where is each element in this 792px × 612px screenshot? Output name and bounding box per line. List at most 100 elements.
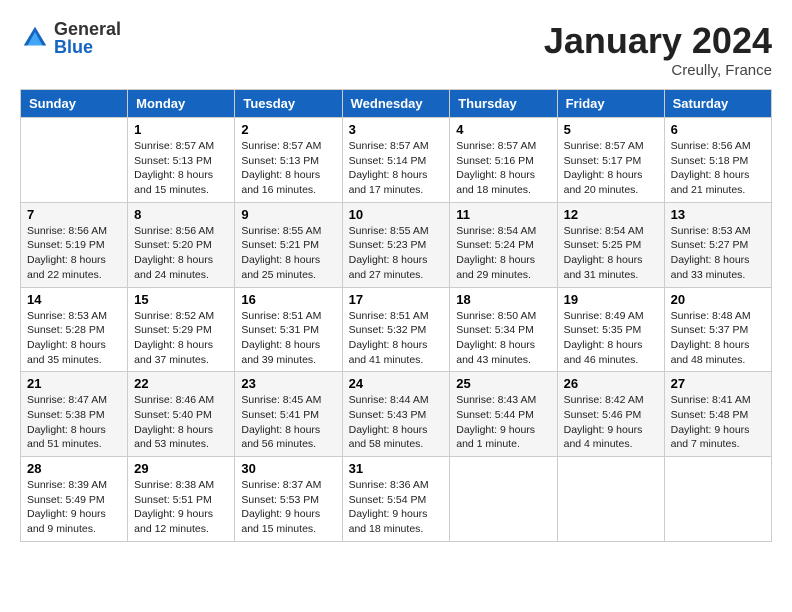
calendar-cell <box>450 457 557 542</box>
calendar-cell <box>557 457 664 542</box>
day-info: Sunrise: 8:57 AMSunset: 5:17 PMDaylight:… <box>564 140 644 196</box>
day-number: 11 <box>456 207 550 222</box>
day-info: Sunrise: 8:56 AMSunset: 5:18 PMDaylight:… <box>671 140 751 196</box>
day-info: Sunrise: 8:41 AMSunset: 5:48 PMDaylight:… <box>671 394 751 450</box>
week-row-2: 14 Sunrise: 8:53 AMSunset: 5:28 PMDaylig… <box>21 287 772 372</box>
day-info: Sunrise: 8:45 AMSunset: 5:41 PMDaylight:… <box>241 394 321 450</box>
day-number: 23 <box>241 376 335 391</box>
calendar-cell: 6 Sunrise: 8:56 AMSunset: 5:18 PMDayligh… <box>664 118 771 203</box>
day-info: Sunrise: 8:44 AMSunset: 5:43 PMDaylight:… <box>349 394 429 450</box>
day-info: Sunrise: 8:43 AMSunset: 5:44 PMDaylight:… <box>456 394 536 450</box>
calendar-cell: 20 Sunrise: 8:48 AMSunset: 5:37 PMDaylig… <box>664 287 771 372</box>
day-number: 22 <box>134 376 228 391</box>
day-info: Sunrise: 8:50 AMSunset: 5:34 PMDaylight:… <box>456 310 536 366</box>
day-info: Sunrise: 8:39 AMSunset: 5:49 PMDaylight:… <box>27 479 107 535</box>
day-info: Sunrise: 8:42 AMSunset: 5:46 PMDaylight:… <box>564 394 644 450</box>
calendar-cell: 11 Sunrise: 8:54 AMSunset: 5:24 PMDaylig… <box>450 202 557 287</box>
day-info: Sunrise: 8:56 AMSunset: 5:19 PMDaylight:… <box>27 225 107 281</box>
day-number: 8 <box>134 207 228 222</box>
day-info: Sunrise: 8:53 AMSunset: 5:27 PMDaylight:… <box>671 225 751 281</box>
header-friday: Friday <box>557 90 664 118</box>
day-info: Sunrise: 8:54 AMSunset: 5:25 PMDaylight:… <box>564 225 644 281</box>
day-info: Sunrise: 8:36 AMSunset: 5:54 PMDaylight:… <box>349 479 429 535</box>
day-info: Sunrise: 8:55 AMSunset: 5:21 PMDaylight:… <box>241 225 321 281</box>
day-info: Sunrise: 8:52 AMSunset: 5:29 PMDaylight:… <box>134 310 214 366</box>
day-info: Sunrise: 8:57 AMSunset: 5:14 PMDaylight:… <box>349 140 429 196</box>
day-number: 29 <box>134 461 228 476</box>
day-info: Sunrise: 8:57 AMSunset: 5:13 PMDaylight:… <box>241 140 321 196</box>
header: General Blue January 2024 Creully, Franc… <box>20 20 772 79</box>
week-row-0: 1 Sunrise: 8:57 AMSunset: 5:13 PMDayligh… <box>21 118 772 203</box>
day-info: Sunrise: 8:48 AMSunset: 5:37 PMDaylight:… <box>671 310 751 366</box>
day-number: 16 <box>241 292 335 307</box>
day-number: 21 <box>27 376 121 391</box>
day-info: Sunrise: 8:51 AMSunset: 5:31 PMDaylight:… <box>241 310 321 366</box>
day-number: 1 <box>134 122 228 137</box>
week-row-1: 7 Sunrise: 8:56 AMSunset: 5:19 PMDayligh… <box>21 202 772 287</box>
day-number: 14 <box>27 292 121 307</box>
day-number: 20 <box>671 292 765 307</box>
calendar-cell: 7 Sunrise: 8:56 AMSunset: 5:19 PMDayligh… <box>21 202 128 287</box>
day-info: Sunrise: 8:51 AMSunset: 5:32 PMDaylight:… <box>349 310 429 366</box>
calendar-cell <box>664 457 771 542</box>
day-number: 26 <box>564 376 658 391</box>
day-number: 19 <box>564 292 658 307</box>
calendar-cell: 21 Sunrise: 8:47 AMSunset: 5:38 PMDaylig… <box>21 372 128 457</box>
header-sunday: Sunday <box>21 90 128 118</box>
calendar-cell: 5 Sunrise: 8:57 AMSunset: 5:17 PMDayligh… <box>557 118 664 203</box>
day-number: 18 <box>456 292 550 307</box>
day-number: 27 <box>671 376 765 391</box>
calendar-cell: 13 Sunrise: 8:53 AMSunset: 5:27 PMDaylig… <box>664 202 771 287</box>
day-info: Sunrise: 8:57 AMSunset: 5:16 PMDaylight:… <box>456 140 536 196</box>
location: Creully, France <box>544 62 772 79</box>
day-number: 13 <box>671 207 765 222</box>
calendar-cell: 17 Sunrise: 8:51 AMSunset: 5:32 PMDaylig… <box>342 287 450 372</box>
day-number: 24 <box>349 376 444 391</box>
day-number: 12 <box>564 207 658 222</box>
calendar-cell: 9 Sunrise: 8:55 AMSunset: 5:21 PMDayligh… <box>235 202 342 287</box>
header-monday: Monday <box>128 90 235 118</box>
calendar-cell: 2 Sunrise: 8:57 AMSunset: 5:13 PMDayligh… <box>235 118 342 203</box>
day-info: Sunrise: 8:53 AMSunset: 5:28 PMDaylight:… <box>27 310 107 366</box>
day-number: 5 <box>564 122 658 137</box>
header-thursday: Thursday <box>450 90 557 118</box>
day-info: Sunrise: 8:47 AMSunset: 5:38 PMDaylight:… <box>27 394 107 450</box>
header-saturday: Saturday <box>664 90 771 118</box>
week-row-4: 28 Sunrise: 8:39 AMSunset: 5:49 PMDaylig… <box>21 457 772 542</box>
day-number: 25 <box>456 376 550 391</box>
day-info: Sunrise: 8:55 AMSunset: 5:23 PMDaylight:… <box>349 225 429 281</box>
calendar-cell: 10 Sunrise: 8:55 AMSunset: 5:23 PMDaylig… <box>342 202 450 287</box>
title-area: January 2024 Creully, France <box>544 20 772 79</box>
header-wednesday: Wednesday <box>342 90 450 118</box>
calendar-cell <box>21 118 128 203</box>
day-number: 31 <box>349 461 444 476</box>
calendar-header-row: SundayMondayTuesdayWednesdayThursdayFrid… <box>21 90 772 118</box>
day-number: 30 <box>241 461 335 476</box>
day-number: 28 <box>27 461 121 476</box>
calendar-cell: 28 Sunrise: 8:39 AMSunset: 5:49 PMDaylig… <box>21 457 128 542</box>
day-number: 3 <box>349 122 444 137</box>
month-title: January 2024 <box>544 20 772 62</box>
logo-blue-text: Blue <box>54 38 121 56</box>
calendar-cell: 25 Sunrise: 8:43 AMSunset: 5:44 PMDaylig… <box>450 372 557 457</box>
calendar-cell: 18 Sunrise: 8:50 AMSunset: 5:34 PMDaylig… <box>450 287 557 372</box>
logo-general-text: General <box>54 20 121 38</box>
day-info: Sunrise: 8:49 AMSunset: 5:35 PMDaylight:… <box>564 310 644 366</box>
calendar-cell: 8 Sunrise: 8:56 AMSunset: 5:20 PMDayligh… <box>128 202 235 287</box>
day-info: Sunrise: 8:38 AMSunset: 5:51 PMDaylight:… <box>134 479 214 535</box>
day-number: 10 <box>349 207 444 222</box>
calendar-cell: 12 Sunrise: 8:54 AMSunset: 5:25 PMDaylig… <box>557 202 664 287</box>
calendar-cell: 3 Sunrise: 8:57 AMSunset: 5:14 PMDayligh… <box>342 118 450 203</box>
logo-text: General Blue <box>54 20 121 56</box>
logo: General Blue <box>20 20 121 56</box>
calendar-cell: 16 Sunrise: 8:51 AMSunset: 5:31 PMDaylig… <box>235 287 342 372</box>
calendar-cell: 30 Sunrise: 8:37 AMSunset: 5:53 PMDaylig… <box>235 457 342 542</box>
day-info: Sunrise: 8:56 AMSunset: 5:20 PMDaylight:… <box>134 225 214 281</box>
calendar-cell: 24 Sunrise: 8:44 AMSunset: 5:43 PMDaylig… <box>342 372 450 457</box>
day-number: 7 <box>27 207 121 222</box>
calendar-cell: 19 Sunrise: 8:49 AMSunset: 5:35 PMDaylig… <box>557 287 664 372</box>
day-number: 15 <box>134 292 228 307</box>
day-info: Sunrise: 8:57 AMSunset: 5:13 PMDaylight:… <box>134 140 214 196</box>
day-info: Sunrise: 8:37 AMSunset: 5:53 PMDaylight:… <box>241 479 321 535</box>
day-number: 17 <box>349 292 444 307</box>
